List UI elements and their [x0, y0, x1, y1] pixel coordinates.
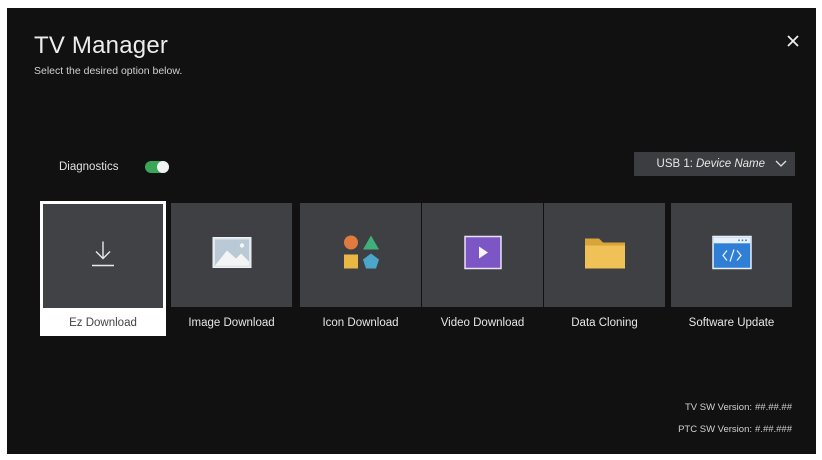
tv-sw-version-label: TV SW Version:: [684, 402, 753, 413]
tile-label[interactable]: Image Download: [171, 317, 292, 329]
tile-ez-download-card: [43, 204, 163, 308]
usb-prefix: USB 1:: [656, 158, 693, 170]
tv-sw-version-value: ##.##.##: [755, 402, 792, 413]
tile-image-download[interactable]: [171, 203, 292, 307]
tile-icon-download[interactable]: [300, 203, 421, 307]
tv-sw-version: TV SW Version: ##.##.##: [685, 402, 792, 413]
download-arrow-icon: [92, 241, 114, 267]
shapes-icon: [343, 235, 379, 269]
ptc-sw-version-value: #.##.###: [755, 424, 792, 435]
tile-label[interactable]: Software Update: [671, 317, 792, 329]
ptc-sw-version: PTC SW Version: #.##.###: [678, 424, 792, 435]
tile-video-download[interactable]: [422, 203, 543, 307]
ptc-sw-version-label: PTC SW Version:: [678, 424, 753, 435]
tile-software-update[interactable]: [671, 203, 792, 307]
video-play-icon: [463, 235, 502, 270]
code-window-icon: [711, 235, 752, 270]
toggle-knob: [157, 161, 170, 173]
usb-device-dropdown[interactable]: USB 1: Device Name: [634, 152, 795, 176]
tile-label[interactable]: Data Cloning: [544, 317, 665, 329]
tile-label[interactable]: Video Download: [422, 317, 543, 329]
close-button[interactable]: [784, 32, 802, 50]
tv-manager-screen: TV Manager Select the desired option bel…: [7, 8, 816, 454]
tile-ez-download[interactable]: Ez Download: [40, 201, 166, 336]
folder-icon: [584, 238, 625, 269]
diagnostics-toggle[interactable]: [145, 161, 170, 173]
page-subtitle: Select the desired option below.: [34, 65, 183, 77]
close-icon: [787, 35, 799, 47]
diagnostics-label: Diagnostics: [59, 161, 119, 173]
page-title: TV Manager: [34, 32, 169, 59]
tile-label: Ez Download: [69, 317, 137, 329]
usb-device-name: Device Name: [695, 158, 765, 170]
tile-label[interactable]: Icon Download: [300, 317, 421, 329]
chevron-down-icon: [775, 160, 787, 167]
tile-data-cloning[interactable]: [544, 203, 665, 307]
diagnostics-row: Diagnostics: [59, 161, 170, 173]
image-landscape-icon: [212, 237, 251, 268]
